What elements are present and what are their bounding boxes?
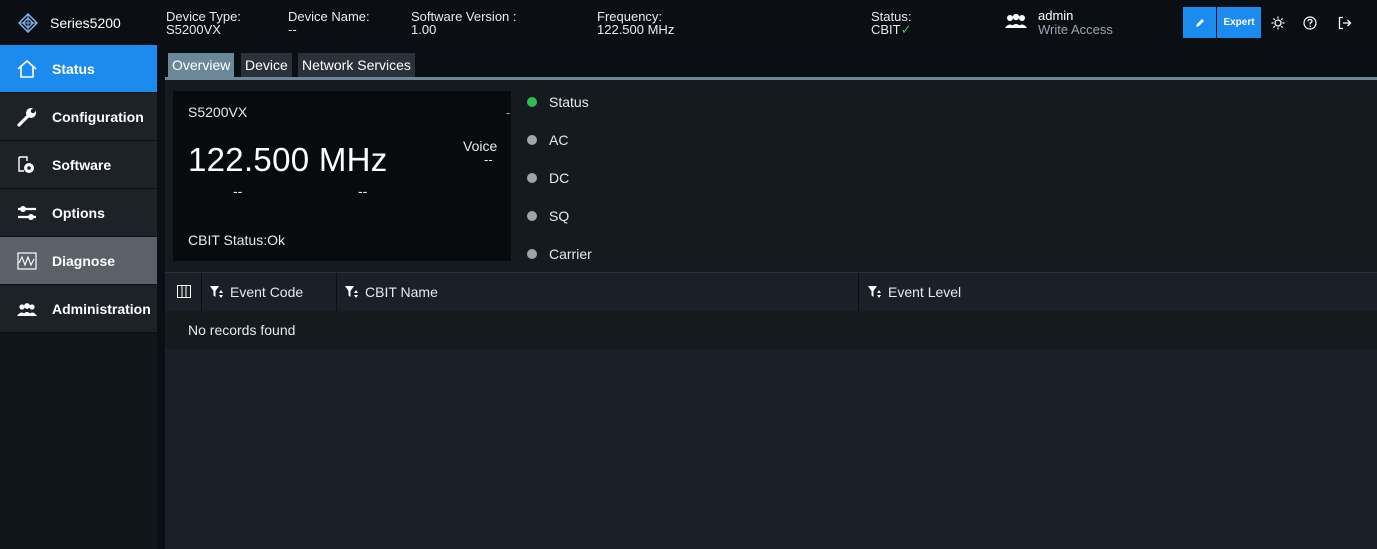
indicator-label: Carrier — [549, 246, 592, 262]
indicator-label: Status — [549, 94, 589, 110]
sidebar-item-label: Diagnose — [52, 253, 116, 269]
sidebar-item-label: Status — [52, 61, 95, 77]
device-name-label: Device Name: — [288, 9, 370, 24]
user-role: Write Access — [1038, 22, 1113, 37]
sun-icon — [1271, 16, 1285, 29]
status-dot-icon — [527, 135, 537, 145]
empty-message: No records found — [188, 322, 296, 338]
app-name: Series5200 — [50, 15, 121, 31]
cbit-status: CBIT Status:Ok — [188, 232, 285, 248]
tab-device[interactable]: Device — [241, 53, 292, 78]
table-body — [165, 349, 1377, 549]
column-label: Event Level — [888, 284, 962, 300]
device-type-value: S5200VX — [166, 22, 221, 37]
sidebar-item-label: Software — [52, 157, 112, 173]
indicator-label: SQ — [549, 208, 570, 224]
column-header-event-code[interactable]: Event Code — [210, 273, 303, 311]
filter-sort-icon[interactable] — [868, 285, 882, 299]
tab-network-services[interactable]: Network Services — [298, 53, 415, 78]
rs-diamond-icon — [18, 13, 38, 33]
edit-button[interactable] — [1183, 7, 1216, 38]
column-divider — [858, 273, 859, 311]
frequency-value: 122.500 MHz — [597, 22, 675, 37]
column-label: CBIT Name — [365, 284, 438, 300]
sidebar-item-configuration[interactable]: Configuration — [0, 93, 157, 141]
help-button[interactable] — [1296, 7, 1324, 38]
sidebar-item-label: Administration — [52, 301, 151, 317]
software-version-value: 1.00 — [411, 22, 437, 37]
status-dot-icon — [527, 211, 537, 221]
column-divider — [336, 273, 337, 311]
check-icon: ✓ — [900, 22, 912, 37]
frequency-display: 122.500 MHz — [188, 141, 388, 178]
user-name: admin — [1038, 8, 1074, 23]
brand[interactable]: Series5200 — [0, 0, 157, 45]
tab-overview[interactable]: Overview — [168, 53, 235, 78]
users-icon — [17, 303, 37, 316]
sidebar-item-administration[interactable]: Administration — [0, 285, 157, 333]
column-header-event-level[interactable]: Event Level — [868, 273, 961, 311]
logout-button[interactable] — [1330, 7, 1360, 38]
indicator-label: AC — [549, 132, 569, 148]
device-type-field: Device Type: S5200VX — [166, 10, 241, 36]
status-dot-icon — [527, 249, 537, 259]
pencil-icon — [1195, 18, 1204, 27]
device-name-field: Device Name: -- — [288, 10, 370, 36]
diagnose-icon — [17, 252, 37, 270]
sidebar-item-label: Configuration — [52, 109, 144, 125]
card-device-type: S5200VX — [188, 104, 248, 120]
software-icon — [18, 156, 34, 173]
table-row: No records found — [165, 311, 1377, 349]
users-icon — [1005, 14, 1027, 28]
sidebar: Status Configuration Software Options Di… — [0, 45, 157, 549]
frequency-card: S5200VX - Voice -- 122.500 MHz -- -- CBI… — [173, 91, 511, 261]
help-icon — [1303, 15, 1317, 30]
sidebar-item-options[interactable]: Options — [0, 189, 157, 237]
indicator-label: DC — [549, 170, 570, 186]
options-icon — [18, 206, 36, 220]
column-divider — [201, 273, 202, 311]
tab-underline — [165, 77, 1377, 80]
filter-sort-icon[interactable] — [210, 285, 224, 299]
sidebar-item-software[interactable]: Software — [0, 141, 157, 189]
home-icon — [17, 59, 37, 78]
card-sub-left: -- — [233, 183, 243, 199]
top-bar: Series5200 Device Type: S5200VX Device N… — [0, 0, 1377, 45]
status-value: CBIT — [871, 22, 901, 37]
filter-sort-icon[interactable] — [345, 285, 359, 299]
status-value-wrap: CBIT✓ — [871, 23, 912, 36]
device-name-value: -- — [288, 22, 297, 37]
software-version-field: Software Version : 1.00 — [411, 10, 517, 36]
expert-button[interactable]: Expert — [1217, 7, 1261, 38]
card-top-right-value: - — [506, 105, 511, 120]
wrench-icon — [17, 108, 36, 127]
column-header-cbit-name[interactable]: CBIT Name — [345, 273, 438, 311]
card-sub-right: -- — [358, 183, 368, 199]
logout-icon — [1338, 16, 1352, 29]
sidebar-item-status[interactable]: Status — [0, 45, 157, 93]
sidebar-item-label: Options — [52, 205, 105, 221]
frequency-field: Frequency: 122.500 MHz — [597, 10, 674, 36]
voice-value: -- — [484, 152, 493, 167]
status-field: Status: CBIT✓ — [871, 10, 912, 36]
column-label: Event Code — [230, 284, 304, 300]
event-table-header: Event Code CBIT Name Event Level — [165, 272, 1377, 311]
sidebar-item-diagnose[interactable]: Diagnose — [0, 237, 157, 285]
sidebar-divider — [157, 45, 165, 549]
columns-icon[interactable] — [177, 285, 191, 298]
tab-bar: Overview Device Network Services — [165, 45, 1377, 78]
status-dot-icon — [527, 97, 537, 107]
theme-button[interactable] — [1264, 7, 1292, 38]
status-dot-icon — [527, 173, 537, 183]
